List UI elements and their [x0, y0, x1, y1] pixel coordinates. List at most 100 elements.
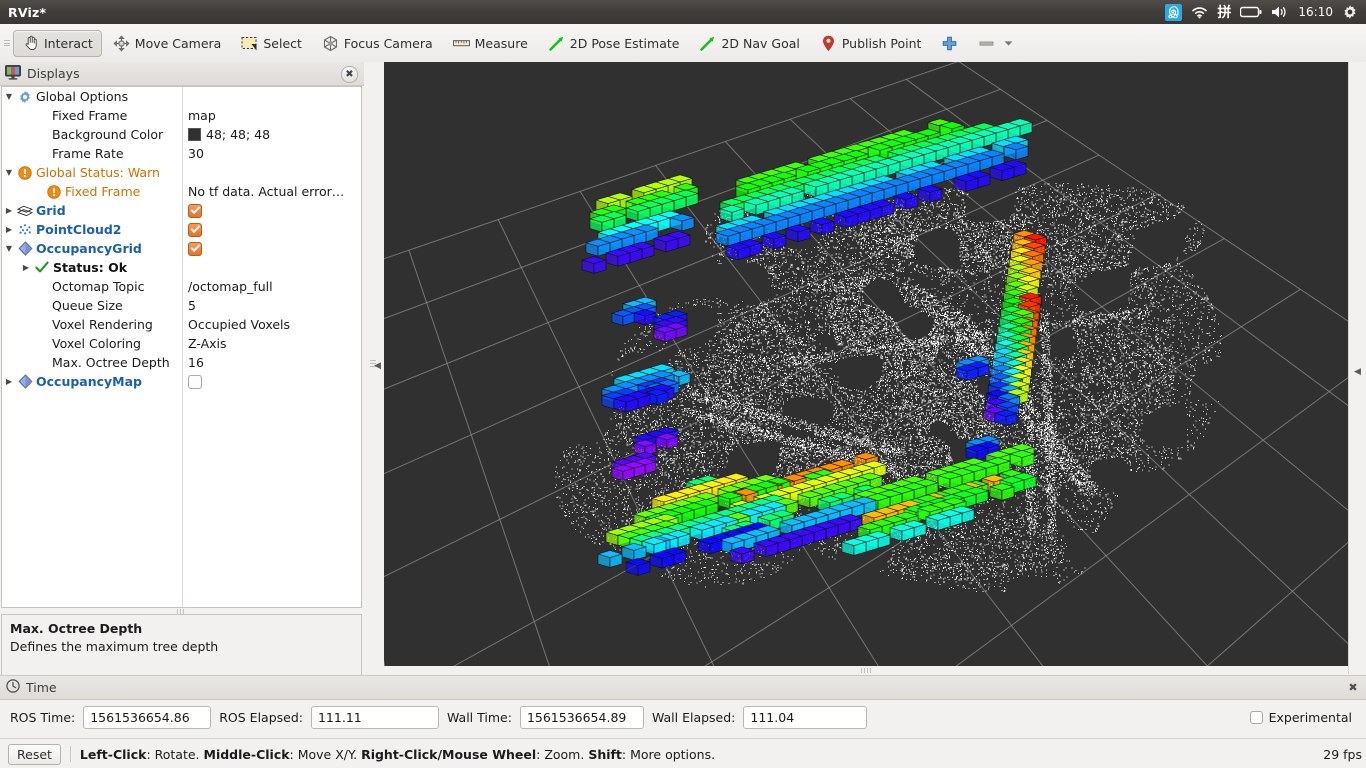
display-row-value-cell[interactable]: map — [182, 106, 361, 125]
time-panel-close-button[interactable]: ✖ — [1346, 680, 1360, 694]
expand-down-arrow-icon[interactable]: ▼ — [2, 163, 16, 182]
displays-panel: Displays ✖ ▼ Global Options Fixed Frame map… — [0, 62, 364, 726]
display-tree-row[interactable]: ▶ OccupancyMap — [2, 372, 361, 391]
add-tool-button[interactable] — [932, 30, 967, 57]
display-row-value-cell[interactable]: Occupied Voxels — [182, 315, 361, 334]
battery-indicator[interactable] — [1240, 0, 1262, 24]
toolbar-grip[interactable] — [2, 24, 12, 62]
display-row-value-cell[interactable] — [182, 201, 361, 220]
display-tree-row[interactable]: ▶ PointCloud2 — [2, 220, 361, 239]
expand-right-arrow-icon[interactable]: ▶ — [2, 201, 16, 220]
right-dock-splitter[interactable]: ◀ — [1348, 62, 1366, 674]
property-help-body: Defines the maximum tree depth — [10, 639, 219, 654]
experimental-toggle[interactable]: Experimental — [1249, 710, 1352, 725]
ros-elapsed-field[interactable]: 111.11 — [310, 705, 439, 729]
display-tree-row[interactable]: Fixed Frame map — [2, 106, 361, 125]
display-enable-checkbox[interactable] — [188, 222, 202, 237]
display-row-value-cell[interactable] — [182, 258, 361, 277]
expand-down-arrow-icon[interactable]: ▼ — [2, 87, 16, 106]
display-tree-row[interactable]: Max. Octree Depth 16 — [2, 353, 361, 372]
tool-select[interactable]: Select — [232, 30, 311, 57]
display-row-value-cell[interactable]: 5 — [182, 296, 361, 315]
voxel-cube — [994, 409, 1018, 426]
display-enable-checkbox[interactable] — [188, 203, 202, 218]
displays-close-button[interactable]: ✖ — [341, 66, 358, 83]
voxel-cube — [785, 224, 811, 243]
wifi-indicator[interactable] — [1191, 0, 1208, 24]
tool-publish-point[interactable]: Publish Point — [811, 30, 931, 57]
display-row-name-cell: ▼ Global Options — [2, 87, 182, 106]
input-method-indicator[interactable]: 拼 — [1217, 0, 1231, 24]
display-tree-row[interactable]: Background Color 48; 48; 48 — [2, 125, 361, 144]
display-tree-row[interactable]: Voxel Rendering Occupied Voxels — [2, 315, 361, 334]
ros-time-field[interactable]: 1561536654.86 — [83, 705, 212, 729]
warning-icon — [16, 163, 34, 182]
display-row-value-cell[interactable]: /octomap_full — [182, 277, 361, 296]
tool-measure[interactable]: Measure — [444, 30, 537, 57]
display-row-label: Global Options — [36, 89, 129, 104]
display-row-value-cell[interactable] — [182, 239, 361, 258]
display-row-value-cell[interactable]: Z-Axis — [182, 334, 361, 353]
display-tree-row[interactable]: ▼ Global Options — [2, 87, 361, 106]
wall-time-field[interactable]: 1561536654.89 — [519, 705, 644, 729]
left-dock-collapse-handle[interactable]: ◀ — [366, 360, 381, 371]
volume-indicator[interactable] — [1271, 0, 1289, 24]
tool-interact[interactable]: Interact — [13, 29, 102, 57]
tool-2d-nav-goal[interactable]: 2D Nav Goal — [690, 30, 808, 57]
display-tree-row[interactable]: Frame Rate 30 — [2, 144, 361, 163]
viewport-bottom-splitter[interactable] — [384, 666, 1348, 674]
expand-right-arrow-icon[interactable]: ▶ — [19, 258, 33, 277]
display-row-value-cell[interactable]: No tf data. Actual error… — [182, 182, 361, 201]
hint-part: : Zoom. — [536, 746, 589, 762]
remove-tool-button[interactable] — [969, 30, 1026, 57]
wall-elapsed-field[interactable]: 111.04 — [743, 705, 868, 729]
display-enable-checkbox[interactable] — [188, 374, 202, 389]
expand-right-arrow-icon[interactable]: ▶ — [2, 220, 16, 239]
tool-focus-camera[interactable]: Focus Camera — [313, 30, 442, 57]
display-tree-row[interactable]: ▶ Status: Ok — [2, 258, 361, 277]
display-row-value-cell[interactable] — [182, 372, 361, 391]
collapse-left-arrow-icon[interactable]: ◀ — [374, 361, 381, 371]
display-row-value-cell[interactable] — [182, 87, 361, 106]
display-row-value-cell[interactable]: 30 — [182, 144, 361, 163]
voxel-cube — [989, 163, 1015, 181]
voxel-cube — [833, 210, 859, 228]
display-row-value-cell[interactable] — [182, 163, 361, 182]
display-tree-row[interactable]: ▼ Global Status: Warn — [2, 163, 361, 182]
voxel-cube — [669, 213, 695, 232]
ibus-indicator[interactable]: இ — [1165, 0, 1183, 24]
render-viewport-3d[interactable] — [384, 62, 1348, 666]
display-row-value-cell[interactable]: 48; 48; 48 — [182, 125, 361, 144]
voxel-cube — [753, 539, 779, 557]
reset-button[interactable]: Reset — [8, 743, 61, 765]
hint-part: Right-Click/Mouse Wheel — [361, 746, 537, 762]
color-swatch[interactable] — [188, 128, 201, 141]
display-row-value-cell[interactable]: 16 — [182, 353, 361, 372]
display-tree-row[interactable]: Queue Size 5 — [2, 296, 361, 315]
display-tree-row[interactable]: Voxel Coloring Z-Axis — [2, 334, 361, 353]
display-row-name-cell: ▼ OccupancyGrid — [2, 239, 182, 258]
display-tree-row[interactable]: ▶ Grid — [2, 201, 361, 220]
hint-part: : More options. — [621, 746, 716, 762]
voxel-cube — [655, 432, 679, 450]
tool-2d-pose-estimate[interactable]: 2D Pose Estimate — [539, 30, 689, 57]
expand-down-arrow-icon[interactable]: ▼ — [2, 239, 16, 258]
experimental-checkbox[interactable] — [1249, 710, 1263, 724]
display-tree-row[interactable]: Fixed Frame No tf data. Actual error… — [2, 182, 361, 201]
display-tree-row[interactable]: Octomap Topic/octomap_full — [2, 277, 361, 296]
hint-part: Left-Click — [79, 746, 147, 762]
display-tree-row[interactable]: ▼ OccupancyGrid — [2, 239, 361, 258]
expand-right-arrow-icon[interactable]: ▶ — [2, 372, 16, 391]
clock-indicator[interactable]: 16:10 — [1298, 0, 1333, 24]
tool-move-camera[interactable]: Move Camera — [104, 30, 231, 57]
pose-arrow-icon — [548, 35, 565, 52]
collapse-right-arrow-icon[interactable]: ◀ — [1354, 367, 1361, 377]
display-row-label: Frame Rate — [52, 146, 124, 161]
session-menu[interactable] — [1342, 0, 1358, 24]
display-enable-checkbox[interactable] — [188, 241, 202, 256]
left-dock-splitter[interactable]: ◀ — [364, 62, 384, 674]
chevron-down-icon[interactable] — [1000, 35, 1017, 52]
displays-tree[interactable]: ▼ Global Options Fixed Frame map Background … — [1, 86, 362, 608]
display-row-value-cell[interactable] — [182, 220, 361, 239]
plus-icon — [941, 35, 958, 52]
